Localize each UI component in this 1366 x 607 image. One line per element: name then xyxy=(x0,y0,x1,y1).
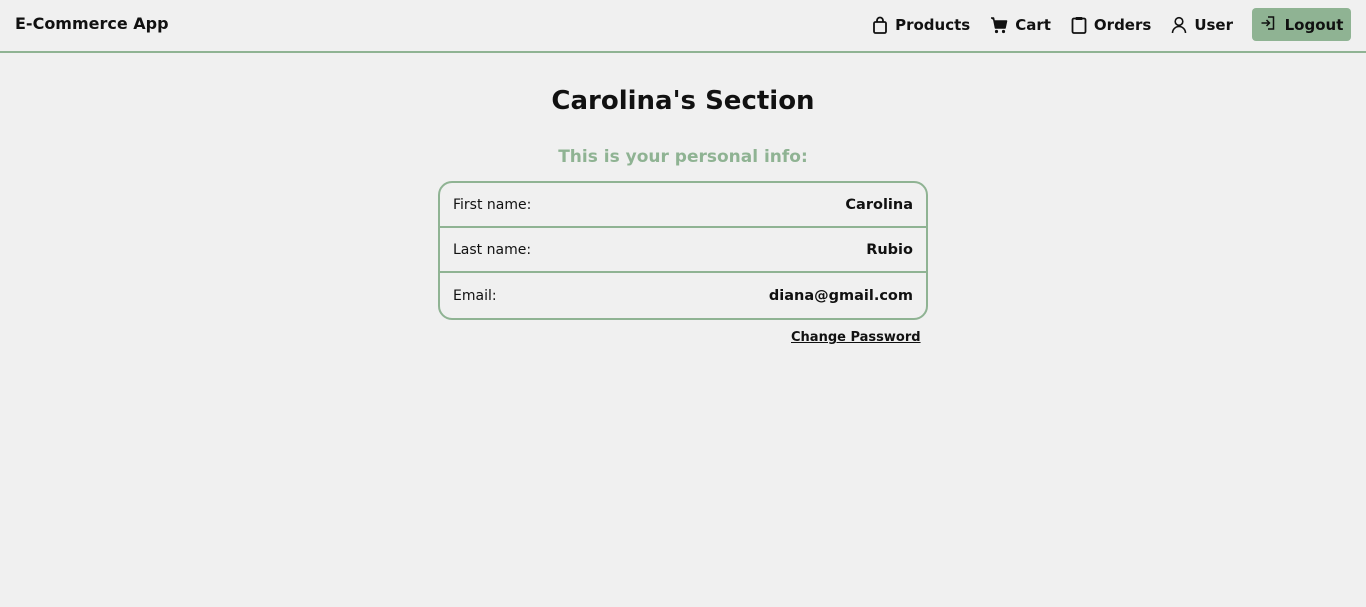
change-password-link[interactable]: Change Password xyxy=(791,330,921,345)
nav-user-link[interactable]: User xyxy=(1171,8,1233,41)
nav-links: Products Cart Orders User Logout xyxy=(872,8,1351,41)
email-label: Email: xyxy=(453,287,497,304)
logout-button[interactable]: Logout xyxy=(1252,8,1351,41)
first-name-value: Carolina xyxy=(845,196,913,213)
last-name-label: Last name: xyxy=(453,241,532,258)
nav-cart-label: Cart xyxy=(1015,15,1051,34)
logout-label: Logout xyxy=(1284,15,1344,34)
email-value: diana@gmail.com xyxy=(768,287,913,304)
last-name-value: Rubio xyxy=(866,241,913,258)
nav-orders-link[interactable]: Orders xyxy=(1071,8,1151,41)
nav-orders-label: Orders xyxy=(1093,15,1152,34)
section-subtitle: This is your personal info: xyxy=(558,147,808,167)
info-row-last-name: Last name: Rubio xyxy=(440,228,926,273)
nav-products-label: Products xyxy=(895,15,971,34)
cart-icon xyxy=(990,16,1008,34)
logout-icon xyxy=(1260,15,1276,35)
top-navbar: E-Commerce App Products Cart Orders User… xyxy=(0,0,1366,53)
nav-user-label: User xyxy=(1194,15,1233,34)
user-icon xyxy=(1171,16,1187,34)
nav-products-link[interactable]: Products xyxy=(872,8,970,41)
info-row-first-name: First name: Carolina xyxy=(440,183,926,228)
shopping-bag-icon xyxy=(872,16,888,34)
brand-logo-text[interactable]: E-Commerce App xyxy=(15,14,169,33)
personal-info-card: First name: Carolina Last name: Rubio Em… xyxy=(438,181,928,320)
clipboard-icon xyxy=(1071,16,1087,34)
nav-cart-link[interactable]: Cart xyxy=(990,8,1051,41)
page-title: Carolina's Section xyxy=(551,86,815,116)
first-name-label: First name: xyxy=(453,196,532,213)
info-row-email: Email: diana@gmail.com xyxy=(440,273,926,318)
